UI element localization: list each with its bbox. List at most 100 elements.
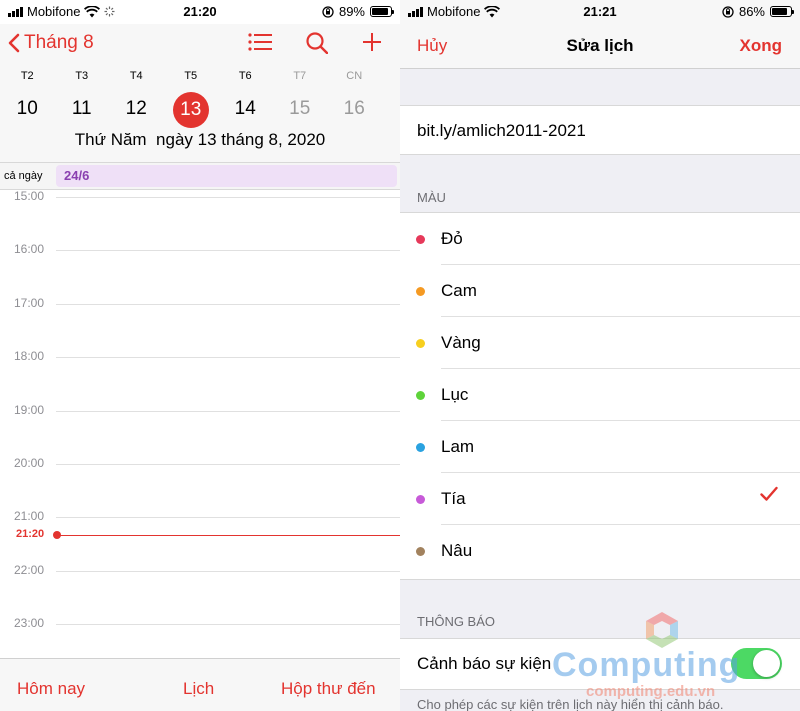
weekday-label: CN [346, 70, 363, 82]
current-time-label: 21:20 [16, 528, 45, 540]
color-name: Cam [441, 281, 477, 300]
day-cell[interactable]: 16 [327, 92, 382, 126]
bottom-toolbar: Hôm nay Lịch Hộp thư đến [0, 658, 400, 711]
hour-row: 23:00 [0, 616, 400, 630]
battery-percent: 89% [338, 4, 365, 19]
hour-row: 21:00 [0, 509, 400, 523]
hour-row: 16:00 [0, 242, 400, 256]
day-cell[interactable]: 14 [218, 92, 273, 126]
color-name: Lục [441, 385, 469, 404]
color-section-header: MÀU [417, 190, 446, 205]
week-days-strip: 10 11 12 13 14 15 16 [0, 92, 400, 128]
event-alerts-row: Cảnh báo sự kiện [400, 638, 800, 690]
checkmark-icon [760, 486, 778, 501]
color-option-purple[interactable]: Tía [400, 473, 800, 525]
color-swatch [416, 287, 425, 296]
hour-line [56, 303, 400, 305]
color-option-yellow[interactable]: Vàng [400, 317, 800, 369]
color-name: Nâu [441, 541, 473, 560]
status-bar: Mobifone 21:21 86% [400, 0, 800, 22]
color-name: Tía [441, 489, 466, 508]
list-icon[interactable] [248, 32, 272, 52]
day-cell[interactable]: 10 [0, 92, 55, 126]
hour-label: 15:00 [14, 189, 45, 203]
calendars-button[interactable]: Lịch [183, 679, 214, 699]
today-button[interactable]: Hôm nay [17, 679, 85, 699]
color-swatch [416, 235, 425, 244]
hour-label: 20:00 [14, 456, 45, 470]
hour-label: 16:00 [14, 242, 45, 257]
battery-icon [770, 6, 794, 17]
hour-line [56, 570, 400, 572]
search-icon[interactable] [306, 32, 328, 54]
event-alerts-toggle[interactable] [731, 648, 782, 679]
inbox-button[interactable]: Hộp thư đến [281, 679, 376, 699]
calendar-day-screen: Mobifone 21:20 89% Tháng 8 T2 T3 T4 T5 T… [0, 0, 400, 711]
hour-line [56, 197, 400, 198]
hour-line [56, 624, 400, 626]
battery-percent: 86% [738, 4, 765, 19]
edit-calendar-screen: Mobifone 21:21 86% Hủy Sửa lịch Xong bit… [400, 0, 800, 711]
event-alerts-label: Cảnh báo sự kiện [417, 654, 552, 673]
current-time-line [58, 535, 400, 536]
weekday-label: T3 [75, 70, 89, 82]
hour-row: 19:00 [0, 403, 400, 417]
selected-day-cell[interactable]: 13 [164, 92, 219, 128]
color-swatch [416, 443, 425, 452]
color-option-brown[interactable]: Nâu [400, 525, 800, 577]
color-name: Đỏ [441, 229, 463, 248]
color-list: Đỏ Cam Vàng Lục Lam Tía Nâu [400, 212, 800, 580]
color-name: Lam [441, 437, 475, 456]
header-actions [248, 32, 382, 54]
weekday-label: T7 [293, 70, 307, 82]
hour-label: 23:00 [14, 616, 45, 631]
day-cell[interactable]: 15 [273, 92, 328, 126]
battery-group: 86% [722, 4, 794, 19]
weekday-label: T2 [20, 70, 34, 82]
calendar-name-field[interactable]: bit.ly/amlich2011-2021 [400, 105, 800, 155]
weekday-label: T4 [129, 70, 143, 82]
full-date-label: Thứ Năm ngày 13 tháng 8, 2020 [74, 130, 326, 149]
hour-line [56, 517, 400, 519]
hour-label: 19:00 [14, 402, 45, 417]
calendar-header: Tháng 8 T2 T3 T4 T5 T6 T7 CN 10 11 12 13… [0, 24, 400, 163]
hour-label: 17:00 [14, 295, 45, 310]
weekday-label: T5 [184, 70, 198, 82]
current-time-indicator: 21:20 [0, 528, 400, 540]
back-to-month-button[interactable]: Tháng 8 [8, 32, 94, 54]
orientation-lock-icon [322, 5, 334, 18]
calendar-name-value[interactable]: bit.ly/amlich2011-2021 [417, 121, 586, 141]
orientation-lock-icon [722, 5, 734, 18]
color-option-green[interactable]: Lục [400, 369, 800, 421]
color-swatch [416, 391, 425, 400]
all-day-event[interactable]: 24/6 [56, 165, 397, 187]
day-cell[interactable]: 11 [55, 92, 110, 126]
color-swatch [416, 495, 425, 504]
status-bar: Mobifone 21:20 89% [0, 0, 400, 22]
color-option-red[interactable]: Đỏ [400, 213, 800, 265]
hour-row: 20:00 [0, 456, 400, 470]
hour-row: 18:00 [0, 349, 400, 363]
hour-line [56, 250, 400, 252]
battery-icon [370, 6, 394, 17]
hour-row: 17:00 [0, 296, 400, 310]
hour-row: 22:00 [0, 563, 400, 577]
hour-line [56, 357, 400, 359]
color-swatch [416, 339, 425, 348]
done-button[interactable]: Xong [740, 36, 783, 56]
color-option-blue[interactable]: Lam [400, 421, 800, 473]
add-icon[interactable] [362, 32, 382, 52]
color-option-orange[interactable]: Cam [400, 265, 800, 317]
navigation-bar: Hủy Sửa lịch Xong [400, 22, 800, 69]
hour-line [56, 410, 400, 412]
event-alerts-footer: Cho phép các sự kiện trên lịch này hiển … [417, 697, 724, 711]
back-label: Tháng 8 [24, 32, 94, 53]
hour-label: 22:00 [14, 562, 45, 577]
weekday-label: T6 [238, 70, 252, 82]
chevron-left-icon [8, 33, 20, 53]
all-day-row: cả ngày 24/6 [0, 163, 400, 190]
hour-label: 21:00 [14, 509, 45, 524]
hour-row: 15:00 [0, 189, 400, 203]
day-cell[interactable]: 12 [109, 92, 164, 126]
battery-group: 89% [322, 4, 394, 19]
